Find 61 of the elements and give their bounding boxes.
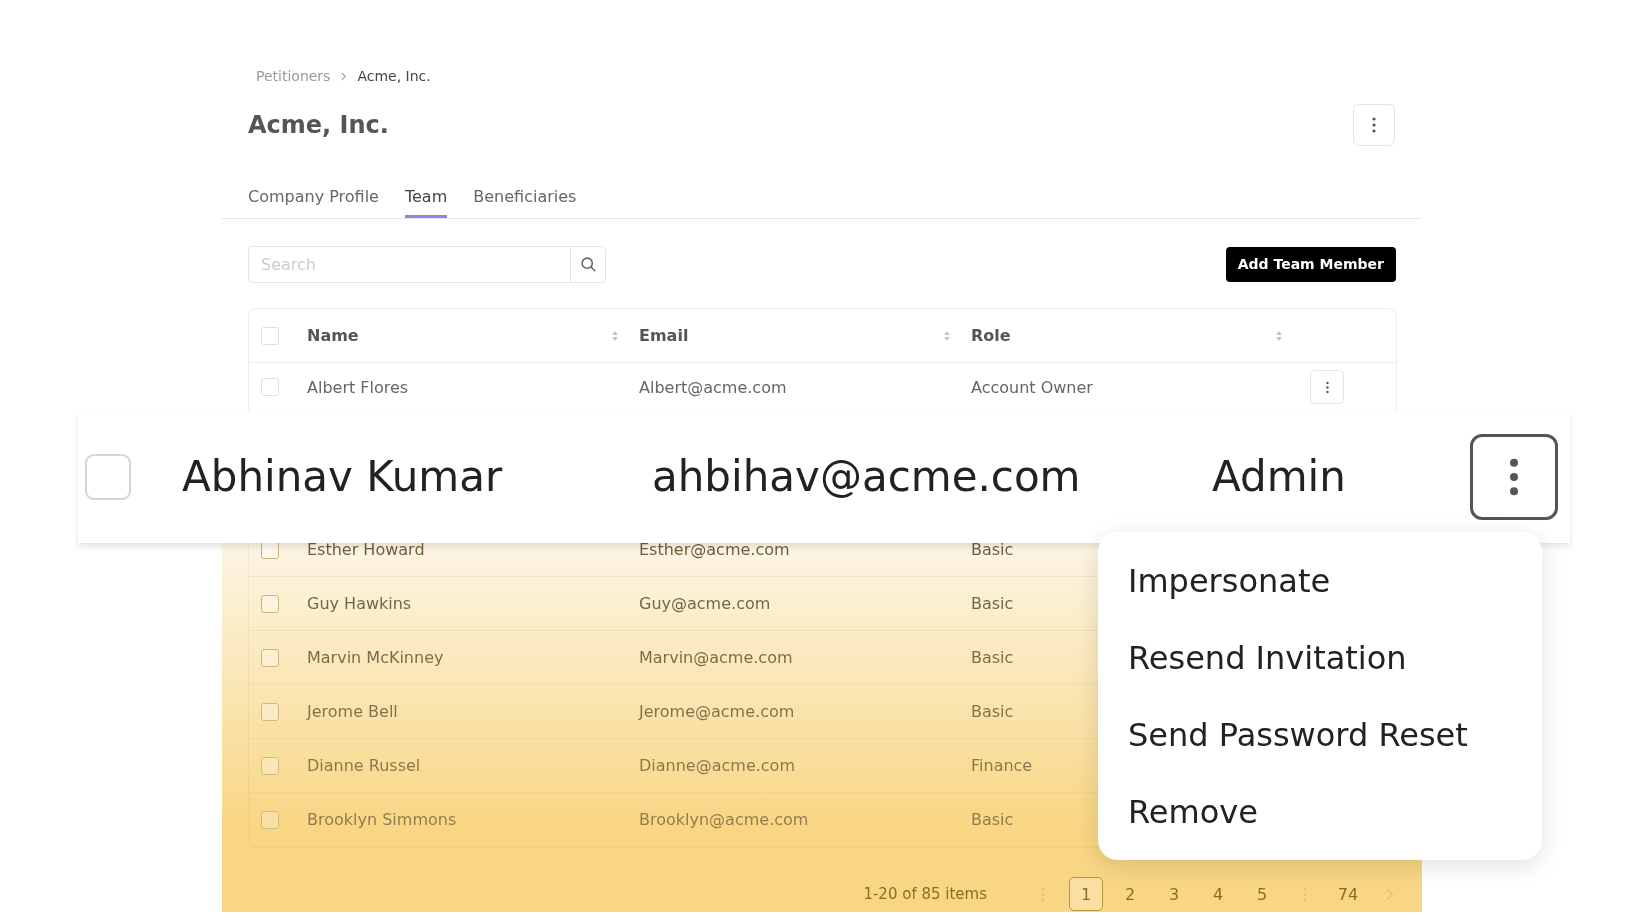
page-button[interactable]: 2 [1113, 877, 1147, 911]
more-icon [1509, 457, 1519, 496]
table-cell: Dianne@acme.com [639, 756, 795, 775]
table-cell: Esther@acme.com [639, 540, 790, 559]
page-button[interactable]: 1 [1069, 877, 1103, 911]
table-cell: Finance [971, 756, 1033, 775]
table-cell: Esther Howard [307, 540, 425, 559]
sort-icon[interactable] [943, 329, 951, 342]
row-checkbox[interactable] [261, 594, 279, 613]
column-header[interactable]: Role [971, 326, 1011, 345]
page-button[interactable]: 5 [1245, 877, 1279, 911]
page-button[interactable]: 74 [1331, 877, 1365, 911]
member-role: Admin [1212, 452, 1347, 501]
table-cell: Basic [971, 648, 1014, 667]
table-cell: Basic [971, 540, 1014, 559]
page-title: Acme, Inc. [248, 111, 389, 139]
sort-icon[interactable] [611, 329, 619, 342]
row-checkbox[interactable] [85, 453, 131, 500]
more-icon [1325, 380, 1329, 394]
table-cell: Jerome Bell [307, 702, 398, 721]
table-cell: Basic [971, 810, 1014, 829]
row-checkbox[interactable] [261, 810, 279, 829]
menu-item[interactable]: Resend Invitation [1128, 619, 1407, 696]
chevron-icon [340, 71, 348, 81]
more-icon [1372, 117, 1376, 133]
page-button[interactable]: 4 [1201, 877, 1235, 911]
table-cell: Albert Flores [307, 377, 409, 397]
table-cell: Albert@acme.com [639, 377, 787, 397]
items-summary: 1-20 of 85 items [863, 885, 987, 903]
sort-icon[interactable] [1275, 329, 1283, 342]
more-button[interactable] [1353, 104, 1395, 146]
breadcrumb-link[interactable]: Acme, Inc. [357, 68, 431, 84]
row-checkbox[interactable] [261, 378, 279, 396]
select-all-checkbox[interactable] [261, 326, 279, 345]
member-email: ahbihav@acme.com [652, 452, 1082, 501]
row-checkbox[interactable] [261, 756, 279, 775]
column-header[interactable]: Email [639, 326, 689, 345]
table-cell: Guy@acme.com [639, 594, 771, 613]
search-icon [579, 255, 597, 273]
add-team-member-button[interactable]: Add Team Member [1225, 246, 1396, 282]
table-cell: Account Owner [971, 377, 1093, 397]
member-name: Abhinav Kumar [182, 452, 504, 501]
menu-item[interactable]: Send Password Reset [1128, 696, 1468, 773]
row-checkbox[interactable] [261, 648, 279, 667]
table-cell: Marvin McKinney [307, 648, 444, 667]
table-cell: Jerome@acme.com [639, 702, 795, 721]
table-cell: Basic [971, 702, 1014, 721]
menu-item[interactable]: Impersonate [1128, 542, 1331, 619]
table-cell: Basic [971, 594, 1014, 613]
menu-item[interactable]: Remove [1128, 773, 1258, 850]
column-header[interactable]: Name [307, 326, 359, 345]
row-actions-button[interactable] [1470, 433, 1558, 520]
table-cell: Dianne Russel [307, 756, 421, 775]
table-cell: Marvin@acme.com [639, 648, 793, 667]
table-cell: Brooklyn@acme.com [639, 810, 809, 829]
table-cell: Guy Hawkins [307, 594, 412, 613]
table-cell: Brooklyn Simmons [307, 810, 457, 829]
row-checkbox[interactable] [261, 702, 279, 721]
tab[interactable]: Company Profile [248, 178, 379, 218]
tab[interactable]: Beneficiaries [473, 178, 577, 218]
page-button[interactable]: 3 [1157, 877, 1191, 911]
